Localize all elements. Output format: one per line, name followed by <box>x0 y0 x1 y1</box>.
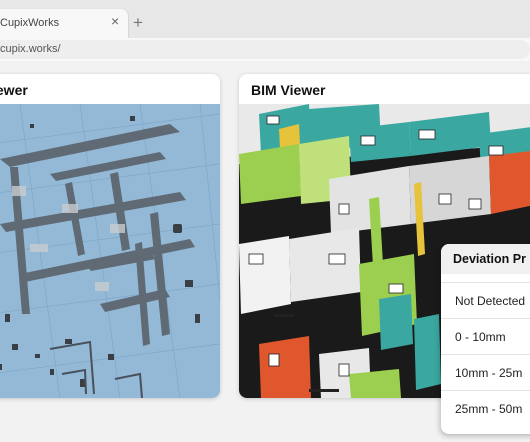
scan-viewer-panel: iewer <box>0 74 220 398</box>
deviation-row[interactable]: Not Detected <box>441 282 530 318</box>
point-cloud-render <box>0 104 220 398</box>
deviation-row[interactable]: 10mm - 25m <box>441 354 530 390</box>
new-tab-icon[interactable]: + <box>133 14 143 31</box>
deviation-row[interactable]: 0 - 10mm <box>441 318 530 354</box>
deviation-panel-title: Deviation Pr <box>453 252 526 266</box>
scan-viewer-title: iewer <box>0 82 28 98</box>
deviation-row-label: Not Detected <box>455 294 526 308</box>
bim-viewer-title: BIM Viewer <box>251 82 326 98</box>
deviation-row-label: 0 - 10mm <box>455 330 506 344</box>
deviation-panel-header: Deviation Pr <box>441 244 530 274</box>
tab-title: CupixWorks <box>0 17 60 29</box>
scan-viewport[interactable] <box>0 104 220 398</box>
close-icon[interactable]: × <box>111 14 119 28</box>
browser-tab-bar: CupixWorks × + <box>0 0 530 38</box>
deviation-panel: Deviation Pr Not Detected 0 - 10mm 10mm … <box>441 244 530 434</box>
browser-tab[interactable]: CupixWorks × <box>0 9 128 38</box>
address-bar: cupix.works/ <box>0 38 530 61</box>
deviation-row-label: 10mm - 25m <box>455 366 523 380</box>
deviation-row[interactable]: 25mm - 50m <box>441 390 530 426</box>
url-field[interactable]: cupix.works/ <box>0 40 530 59</box>
deviation-row-label: 25mm - 50m <box>455 402 523 416</box>
url-text: cupix.works/ <box>0 43 61 55</box>
